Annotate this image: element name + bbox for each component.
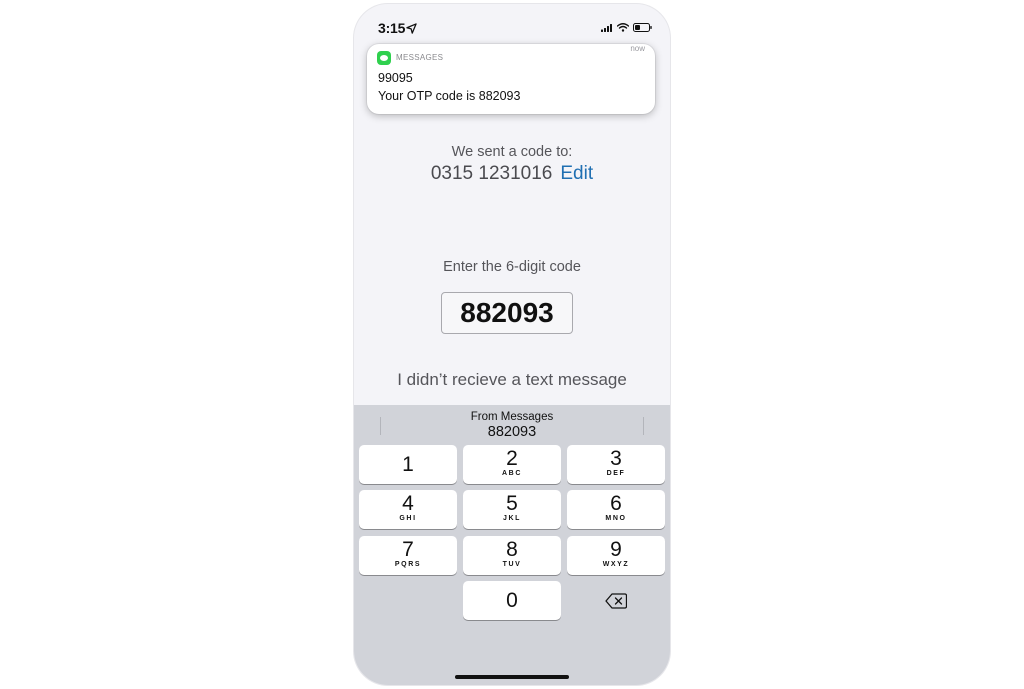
notification-app-name: MESSAGES <box>396 53 444 62</box>
key-1[interactable]: 1 <box>359 445 457 484</box>
suggestion-source: From Messages <box>470 411 554 423</box>
phone-number: 0315 1231016 <box>430 163 553 184</box>
cellular-signal-icon <box>601 23 612 32</box>
key-9[interactable]: 9 WXYZ <box>567 536 665 575</box>
key-6[interactable]: 6 MNO <box>567 490 665 529</box>
key-digit: 5 <box>506 492 518 515</box>
home-indicator[interactable] <box>455 675 569 679</box>
numeric-keyboard: From Messages 882093 1 2 ABC 3 DEF 4 GHI… <box>354 405 670 685</box>
status-time: 3:15 <box>378 20 406 36</box>
enter-code-label: Enter the 6-digit code <box>443 259 581 275</box>
key-7[interactable]: 7 PQRS <box>359 536 457 575</box>
edit-phone-link[interactable]: Edit <box>560 163 593 184</box>
key-letters: DEF <box>606 470 626 477</box>
stage: 3:15 MESSAGES now 99095 Your OTP code is… <box>0 0 1024 689</box>
key-digit: 6 <box>610 492 622 515</box>
backspace-icon <box>605 592 627 609</box>
key-digit: 7 <box>402 538 414 561</box>
location-arrow-icon <box>406 22 417 34</box>
key-letters: PQRS <box>394 561 422 568</box>
phone-number-line: 0315 1231016 Edit <box>354 163 670 185</box>
message-notification[interactable]: MESSAGES now 99095 Your OTP code is 8820… <box>367 44 655 114</box>
key-digit: 9 <box>610 538 622 561</box>
key-letters: JKL <box>502 515 522 522</box>
key-digit: 8 <box>506 538 518 561</box>
key-0[interactable]: 0 <box>463 581 561 620</box>
key-digit: 4 <box>402 492 414 515</box>
resend-code-link[interactable]: I didn’t recieve a text message <box>354 370 670 390</box>
suggestion-divider <box>643 417 644 435</box>
key-letters: GHI <box>399 515 417 522</box>
messages-app-icon <box>377 51 391 65</box>
key-digit: 2 <box>506 447 518 470</box>
notification-sender: 99095 <box>378 71 413 85</box>
wifi-icon <box>617 23 629 32</box>
key-letters: MNO <box>605 515 627 522</box>
suggestion-code: 882093 <box>487 424 537 440</box>
key-digit: 3 <box>610 447 622 470</box>
key-digit: 0 <box>506 589 518 612</box>
key-5[interactable]: 5 JKL <box>463 490 561 529</box>
key-letters: ABC <box>502 470 522 477</box>
notification-body: Your OTP code is 882093 <box>378 89 521 103</box>
key-letters: TUV <box>502 561 522 568</box>
status-bar: 3:15 <box>354 4 670 48</box>
key-digit: 1 <box>402 453 414 476</box>
otp-autofill-suggestion[interactable]: From Messages 882093 <box>434 411 590 440</box>
backspace-key[interactable] <box>567 581 665 620</box>
key-4[interactable]: 4 GHI <box>359 490 457 529</box>
key-8[interactable]: 8 TUV <box>463 536 561 575</box>
status-icons <box>601 23 652 32</box>
suggestion-divider <box>380 417 381 435</box>
phone-screen: 3:15 MESSAGES now 99095 Your OTP code is… <box>354 4 670 685</box>
key-2[interactable]: 2 ABC <box>463 445 561 484</box>
key-letters: WXYZ <box>602 561 630 568</box>
status-time-group: 3:15 <box>378 20 417 36</box>
suggestion-bar: From Messages 882093 <box>354 405 670 443</box>
sent-code-label: We sent a code to: <box>451 144 573 160</box>
otp-code-input[interactable] <box>441 292 573 334</box>
battery-icon <box>633 23 652 32</box>
notification-time: now <box>630 44 645 53</box>
key-3[interactable]: 3 DEF <box>567 445 665 484</box>
